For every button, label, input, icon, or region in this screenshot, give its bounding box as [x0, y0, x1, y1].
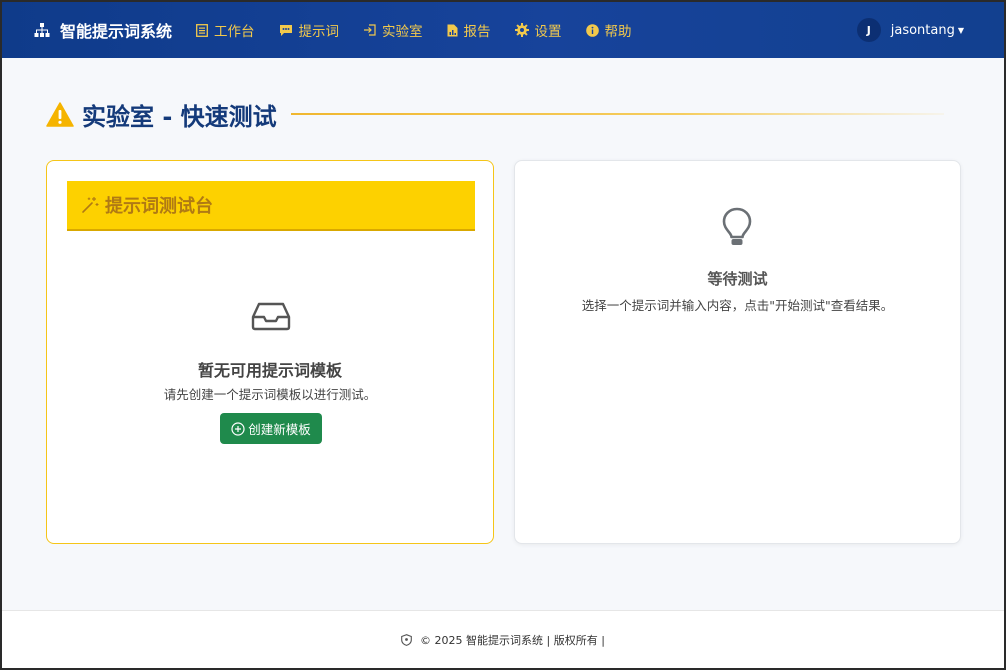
brand-name: 智能提示词系统 [60, 22, 173, 41]
create-template-label: 创建新模板 [248, 422, 311, 437]
card-header-title: 提示词测试台 [105, 196, 213, 217]
empty-state-description: 请先创建一个提示词模板以进行测试。 [163, 387, 377, 402]
empty-state-title: 暂无可用提示词模板 [197, 361, 342, 380]
user-name: jasontang [890, 22, 955, 38]
inbox-icon [251, 302, 291, 331]
gear-icon [514, 23, 529, 37]
nav-item-label: 帮助 [604, 24, 632, 40]
nav-item-label: 设置 [534, 24, 562, 40]
chat-icon [279, 24, 292, 36]
result-card: 等待测试 选择一个提示词并输入内容，点击"开始测试"查看结果。 [514, 160, 961, 544]
waiting-description: 选择一个提示词并输入内容，点击"开始测试"查看结果。 [581, 298, 894, 313]
nav-item-help[interactable]: 帮助 [585, 20, 632, 40]
avatar: J [856, 18, 881, 42]
plus-circle-icon [231, 421, 245, 436]
top-navbar: 智能提示词系统 工作台 提示词 实验室 报告 设置 帮助 J jasontang… [2, 2, 1004, 58]
nav-item-settings[interactable]: 设置 [514, 20, 562, 40]
nav-item-label: 实验室 [382, 24, 423, 40]
info-icon [585, 23, 599, 37]
caret-down-icon: ▼ [957, 25, 964, 35]
nav-item-label: 提示词 [298, 24, 340, 40]
card-header: 提示词测试台 [67, 181, 475, 231]
prompt-test-card: 提示词测试台 暂无可用提示词模板 请先创建一个提示词模板以进行测试。 创建新模板 [46, 160, 494, 544]
shield-icon [401, 633, 412, 646]
main-nav: 工作台 提示词 实验室 报告 设置 帮助 [196, 20, 656, 40]
page-title-bar: 实验室 - 快速测试 [46, 96, 944, 132]
footer-text: © 2025 智能提示词系统 | 版权所有 | [420, 633, 605, 647]
sitemap-icon [34, 23, 50, 37]
lightbulb-icon [722, 207, 752, 245]
document-icon [196, 23, 208, 37]
user-menu[interactable]: J jasontang ▼ [856, 18, 964, 42]
page-title: 实验室 - 快速测试 [82, 102, 277, 131]
brand[interactable]: 智能提示词系统 [34, 18, 172, 42]
nav-item-workbench[interactable]: 工作台 [196, 20, 255, 40]
report-icon [447, 24, 458, 36]
magic-wand-icon [82, 197, 99, 213]
nav-item-reports[interactable]: 报告 [447, 20, 491, 40]
waiting-title: 等待测试 [707, 270, 768, 288]
title-divider [290, 113, 944, 115]
footer: © 2025 智能提示词系统 | 版权所有 | [2, 610, 1004, 668]
nav-item-label: 工作台 [214, 24, 255, 40]
sign-in-icon [364, 24, 376, 36]
nav-item-lab[interactable]: 实验室 [363, 20, 423, 40]
nav-item-label: 报告 [463, 24, 491, 40]
create-template-button[interactable]: 创建新模板 [220, 413, 322, 444]
nav-item-prompts[interactable]: 提示词 [279, 20, 340, 40]
warning-icon [46, 101, 74, 127]
